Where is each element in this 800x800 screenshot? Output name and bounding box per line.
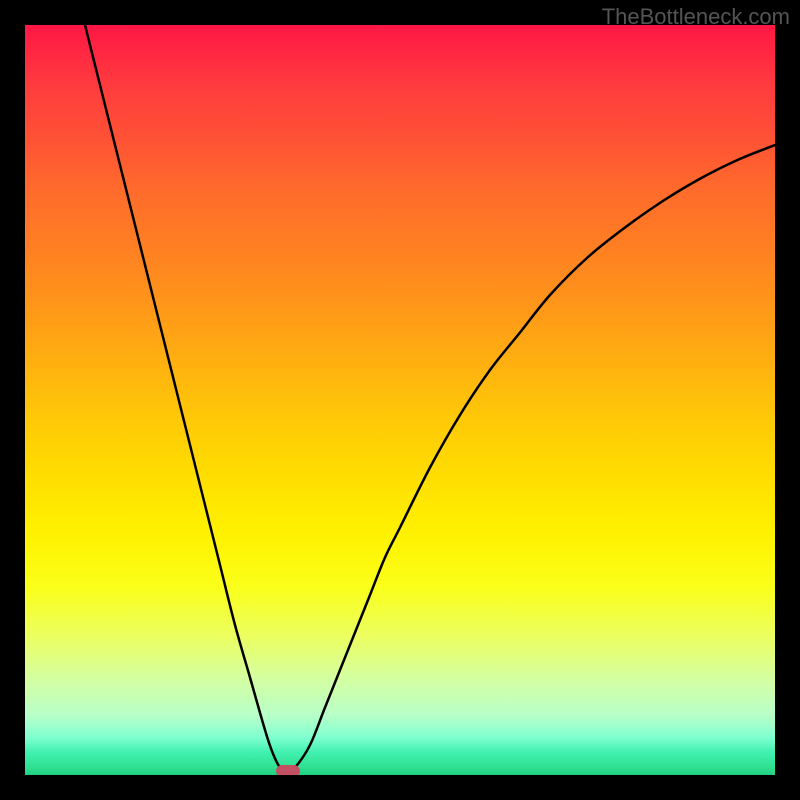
watermark-text: TheBottleneck.com — [602, 4, 790, 30]
chart-area — [25, 25, 775, 775]
bottleneck-curve — [25, 25, 775, 775]
optimal-point-marker — [276, 765, 300, 775]
